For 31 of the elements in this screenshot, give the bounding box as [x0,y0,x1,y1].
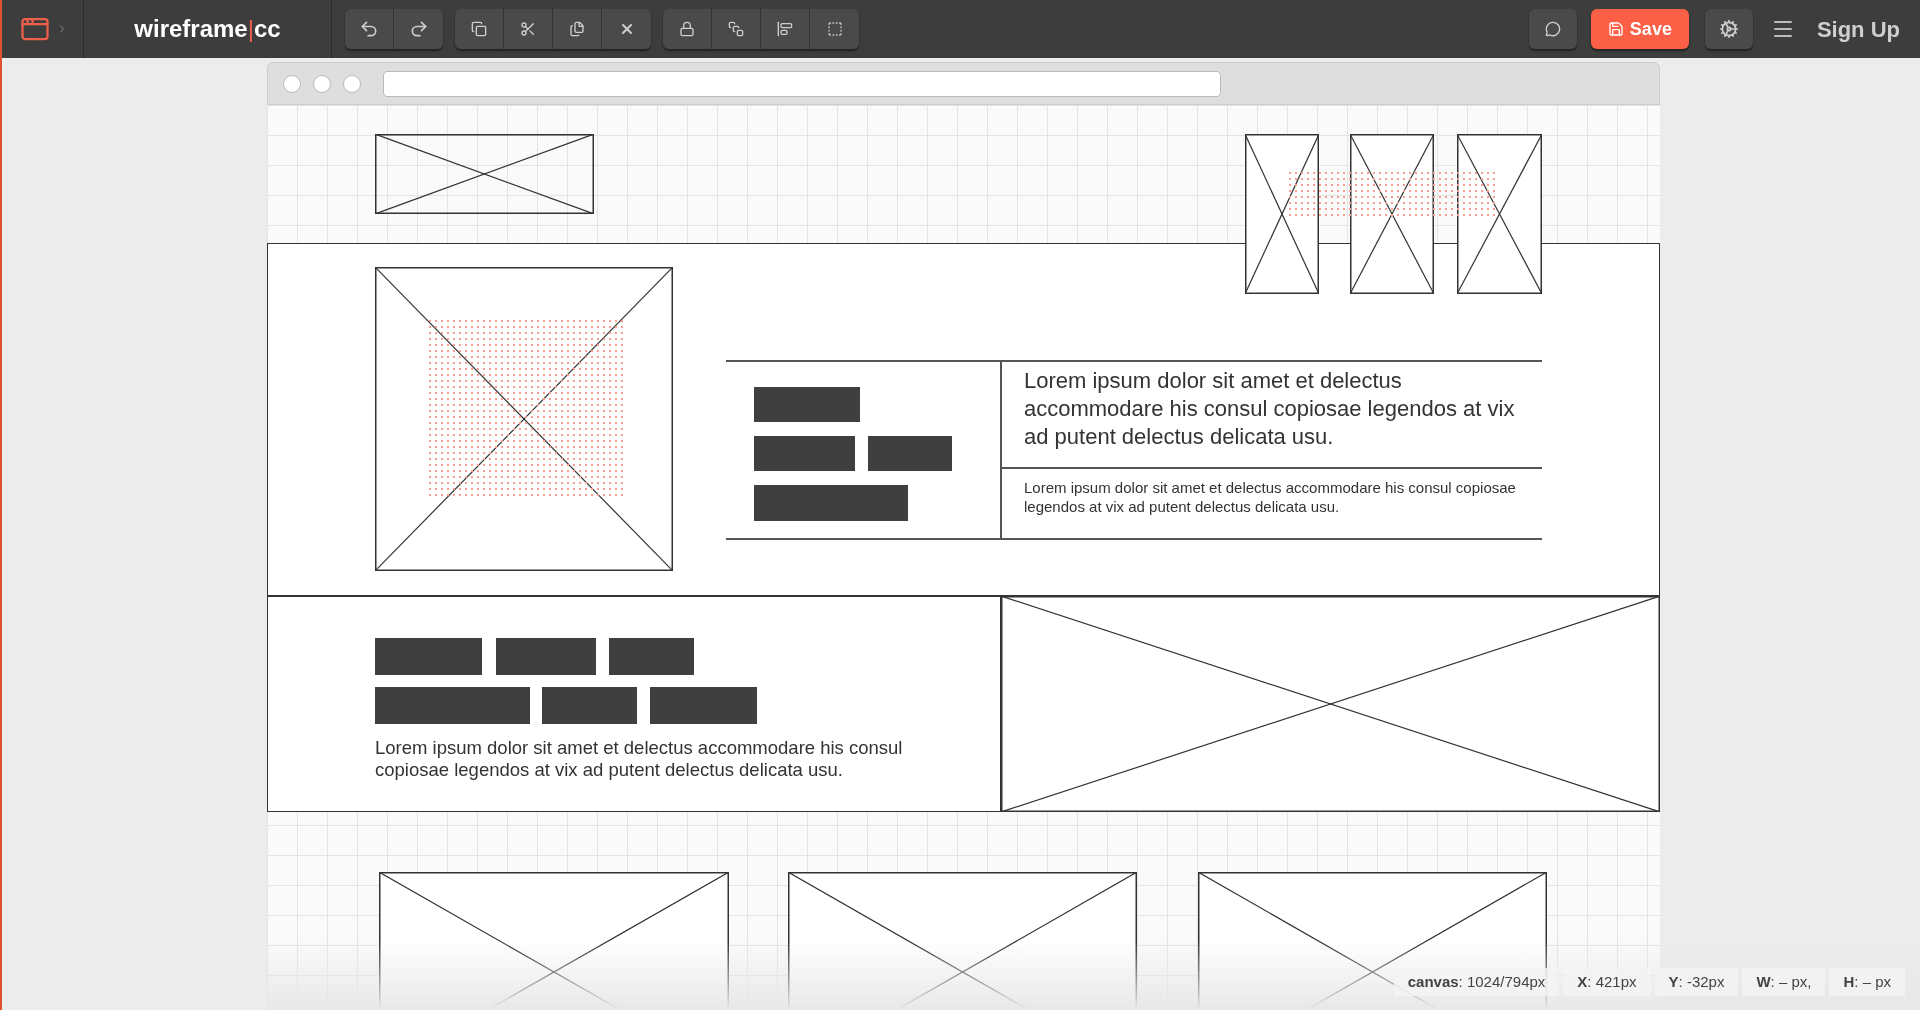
delete-button[interactable] [602,9,651,49]
status-readout: Y: -32px [1654,967,1739,996]
status-readout: H: – px [1829,967,1905,996]
status-readout: W: – px, [1742,967,1826,996]
undo-button[interactable] [345,9,394,49]
cut-button[interactable] [504,9,553,49]
paste-button[interactable] [553,9,602,49]
section-description: Lorem ipsum dolor sit amet et delectus accommodare his consul copiosae legendos at vix ad putent delectus delicata usu. [375,737,904,781]
paste-icon [569,21,585,37]
logo: wireframe|cc [84,0,332,58]
sign-up-link[interactable]: Sign Up [1816,12,1900,46]
align-left-icon [777,21,793,37]
duplicate-button[interactable] [455,9,504,49]
copy-icon [471,21,487,37]
status-readout: canvas: 1024/794px [1393,967,1560,996]
undo-icon [359,19,379,39]
redo-button[interactable] [394,9,443,49]
status-readout: X: 421px [1563,967,1651,996]
layers-icon [728,21,744,37]
comment-icon [1544,21,1561,37]
dashed-square-icon [826,21,843,37]
scissors-icon [520,21,536,37]
comment-button[interactable] [1528,9,1577,49]
arrange-button[interactable] [712,9,761,49]
lock-icon [679,21,695,37]
feature-heading: Lorem ipsum dolor sit amet et delectus accommodare his consul copiosae legendos at vix ad putent delectus delicata usu. [1024,367,1516,451]
settings-button[interactable] [1704,9,1753,49]
feature-description: Lorem ipsum dolor sit amet et delectus accommodare his consul copiosae legendos at vix ad putent delectus delicata usu. [1024,478,1517,516]
lock-button[interactable] [663,9,712,49]
align-button[interactable] [761,9,810,49]
settings-icon [1718,19,1739,39]
